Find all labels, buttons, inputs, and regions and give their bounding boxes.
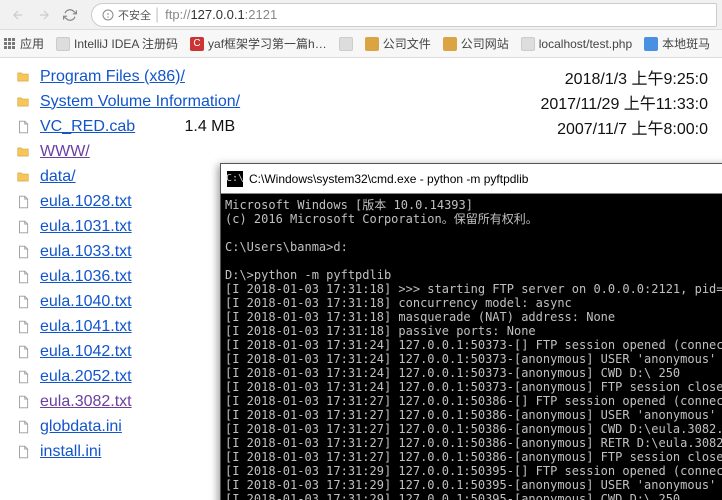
- file-icon: [14, 418, 32, 436]
- cmd-icon: C:\: [227, 171, 243, 187]
- bookmark-label: yaf框架学习第一篇h…: [208, 35, 327, 52]
- content-area: Program Files (x86)/2018/1/3 上午9:25:0Sys…: [0, 58, 722, 500]
- favicon-yaf: C: [190, 37, 204, 51]
- file-link[interactable]: System Volume Information/: [40, 93, 240, 111]
- file-link[interactable]: WWW/: [40, 143, 90, 161]
- apps-icon: [4, 38, 16, 50]
- file-date: 2017/11/29 上午11:33:0: [340, 90, 708, 114]
- file-icon: [14, 193, 32, 211]
- apps-label: 应用: [20, 35, 44, 52]
- file-link[interactable]: globdata.ini: [40, 418, 122, 436]
- bookmark-company-site[interactable]: 公司网站: [443, 35, 509, 52]
- bookmark-intellij[interactable]: IntelliJ IDEA 注册码: [56, 35, 178, 52]
- file-icon: [14, 393, 32, 411]
- forward-button[interactable]: [33, 4, 55, 26]
- bookmark-label: localhost/test.php: [539, 37, 632, 51]
- favicon-company-site: [443, 37, 457, 51]
- favicon-banma: [644, 37, 658, 51]
- file-icon: [14, 343, 32, 361]
- bookmark-yaf[interactable]: Cyaf框架学习第一篇h…: [190, 35, 327, 52]
- file-link[interactable]: eula.1028.txt: [40, 193, 132, 211]
- insecure-label: 不安全: [118, 7, 151, 23]
- reload-button[interactable]: [59, 4, 81, 26]
- file-icon: [14, 293, 32, 311]
- cmd-titlebar[interactable]: C:\ C:\Windows\system32\cmd.exe - python…: [221, 164, 722, 194]
- favicon-intellij: [56, 37, 70, 51]
- favicon-generic1: [339, 37, 353, 51]
- bookmark-company-files[interactable]: 公司文件: [365, 35, 431, 52]
- file-link[interactable]: eula.1033.txt: [40, 243, 132, 261]
- file-date: 2007/11/7 上午8:00:0: [235, 115, 708, 139]
- bookmark-generic1[interactable]: [339, 37, 353, 51]
- url-bar[interactable]: 不安全 | ftp://127.0.0.1:2121: [91, 3, 717, 27]
- file-icon: [14, 443, 32, 461]
- list-item: VC_RED.cab1.4 MB2007/11/7 上午8:00:0: [14, 114, 708, 139]
- apps-button[interactable]: 应用: [4, 35, 44, 52]
- file-icon: [14, 268, 32, 286]
- file-link[interactable]: data/: [40, 168, 76, 186]
- folder-icon: [14, 93, 32, 111]
- file-link[interactable]: install.ini: [40, 443, 101, 461]
- bookmark-label: 公司文件: [383, 35, 431, 52]
- file-link[interactable]: eula.1031.txt: [40, 218, 132, 236]
- bookmark-label: IntelliJ IDEA 注册码: [74, 35, 178, 52]
- favicon-localhost: [521, 37, 535, 51]
- url-text: ftp://127.0.0.1:2121: [159, 7, 277, 22]
- file-link[interactable]: VC_RED.cab: [40, 118, 135, 136]
- file-icon: [14, 318, 32, 336]
- security-indicator[interactable]: 不安全: [94, 7, 155, 23]
- file-icon: [14, 118, 32, 136]
- file-link[interactable]: Program Files (x86)/: [40, 68, 185, 86]
- bookmark-label: 本地斑马: [662, 35, 710, 52]
- folder-icon: [14, 143, 32, 161]
- list-item: WWW/: [14, 139, 708, 164]
- file-link[interactable]: eula.1036.txt: [40, 268, 132, 286]
- file-link[interactable]: eula.1042.txt: [40, 343, 132, 361]
- back-button[interactable]: [7, 4, 29, 26]
- file-link[interactable]: eula.1040.txt: [40, 293, 132, 311]
- list-item: System Volume Information/2017/11/29 上午1…: [14, 89, 708, 114]
- file-link[interactable]: eula.2052.txt: [40, 368, 132, 386]
- cmd-title-text: C:\Windows\system32\cmd.exe - python -m …: [249, 172, 528, 186]
- list-item: Program Files (x86)/ 2018/1/3 上午9:25:0: [14, 64, 708, 89]
- file-icon: [14, 218, 32, 236]
- file-link[interactable]: eula.1041.txt: [40, 318, 132, 336]
- file-size: 1.4 MB: [135, 118, 235, 136]
- file-icon: [14, 243, 32, 261]
- bookmark-banma[interactable]: 本地斑马: [644, 35, 710, 52]
- cmd-output[interactable]: Microsoft Windows [版本 10.0.14393] (c) 20…: [221, 194, 722, 500]
- file-link[interactable]: eula.3082.txt: [40, 393, 132, 411]
- browser-nav-bar: 不安全 | ftp://127.0.0.1:2121: [0, 0, 722, 30]
- favicon-company-files: [365, 37, 379, 51]
- file-date: 2018/1/3 上午9:25:0: [285, 65, 708, 89]
- folder-icon: [14, 168, 32, 186]
- file-icon: [14, 368, 32, 386]
- folder-icon: [14, 68, 32, 86]
- cmd-window[interactable]: C:\ C:\Windows\system32\cmd.exe - python…: [220, 163, 722, 500]
- bookmarks-bar: 应用 IntelliJ IDEA 注册码 Cyaf框架学习第一篇h… 公司文件 公司网…: [0, 30, 722, 58]
- bookmark-label: 公司网站: [461, 35, 509, 52]
- bookmark-localhost[interactable]: localhost/test.php: [521, 37, 632, 51]
